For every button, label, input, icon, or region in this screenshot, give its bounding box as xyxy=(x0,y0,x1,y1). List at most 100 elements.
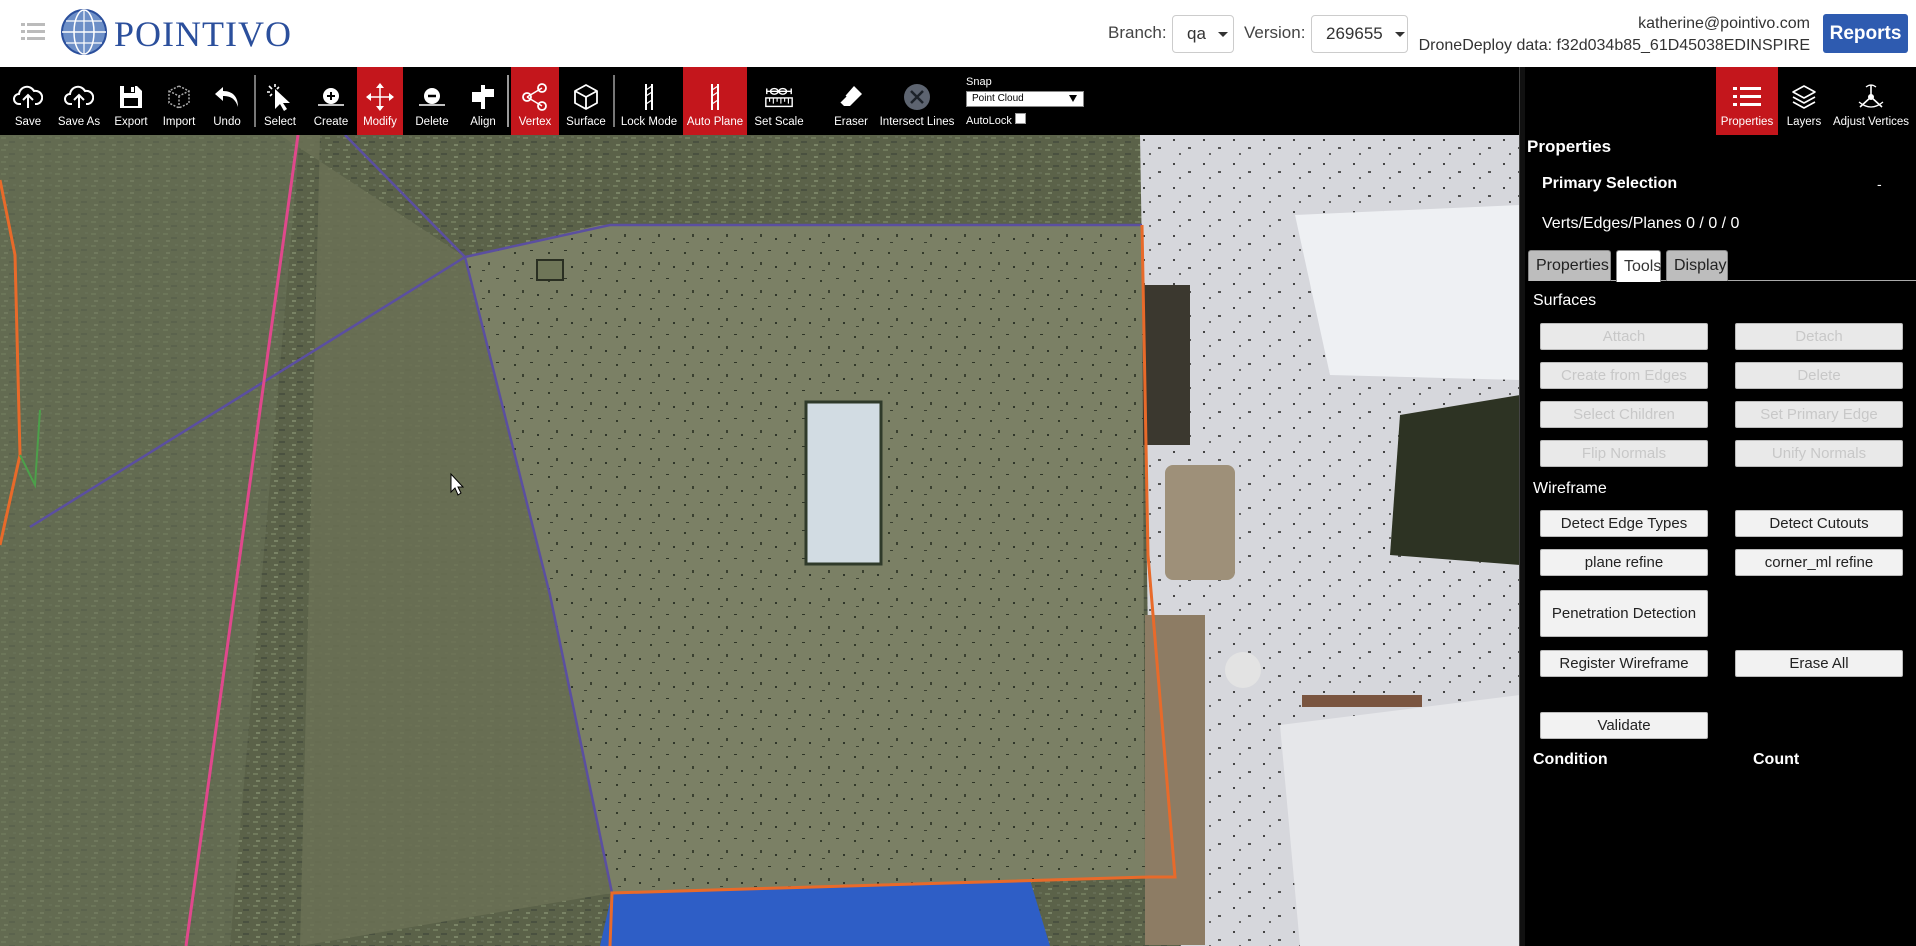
delete-surface-button[interactable]: Delete xyxy=(1735,362,1903,389)
align-button[interactable]: Align xyxy=(462,67,504,135)
set-primary-edge-button[interactable]: Set Primary Edge xyxy=(1735,401,1903,428)
surface-button[interactable]: Surface xyxy=(563,67,609,135)
neighbor-roof xyxy=(1295,205,1520,380)
delete-button[interactable]: Delete xyxy=(410,67,454,135)
autolock-label: AutoLock xyxy=(966,115,1012,127)
properties-panel-button[interactable]: Properties xyxy=(1716,67,1778,135)
save-button[interactable]: Save xyxy=(5,67,51,135)
tab-properties[interactable]: Properties xyxy=(1528,250,1611,281)
align-icon xyxy=(467,81,499,113)
dropdown-arrow-icon xyxy=(1069,95,1077,102)
lock-mode-button[interactable]: Lock Mode xyxy=(619,67,679,135)
lock-mode-label: Lock Mode xyxy=(620,116,678,128)
auto-plane-button[interactable]: Auto Plane xyxy=(683,67,747,135)
create-plus-icon xyxy=(315,81,347,113)
chimney-structure xyxy=(1165,465,1235,580)
header-bar: POINTIVO Branch: qa Version: 269655 kath… xyxy=(0,0,1916,67)
count-column-header: Count xyxy=(1753,751,1800,768)
version-select[interactable]: 269655 xyxy=(1311,15,1408,53)
import-label: Import xyxy=(162,116,196,128)
validate-button[interactable]: Validate xyxy=(1540,712,1708,739)
wooden-fence xyxy=(1145,615,1205,945)
cloud-upload-icon xyxy=(63,81,95,113)
snap-select[interactable]: Point Cloud xyxy=(966,91,1084,107)
corner-ml-refine-button[interactable]: corner_ml refine xyxy=(1735,549,1903,576)
wireframe-section-label: Wireframe xyxy=(1533,480,1607,497)
branch-label: Branch: xyxy=(1108,23,1167,42)
erase-all-button[interactable]: Erase All xyxy=(1735,650,1903,677)
branch-value: qa xyxy=(1187,24,1206,43)
adjust-vertices-icon xyxy=(1855,81,1887,113)
point-cloud-scene[interactable] xyxy=(0,135,1520,946)
toolbar-divider xyxy=(254,75,256,127)
detach-button[interactable]: Detach xyxy=(1735,323,1903,350)
cube-outline-icon xyxy=(163,81,195,113)
flip-normals-button[interactable]: Flip Normals xyxy=(1540,440,1708,467)
modify-button[interactable]: Modify xyxy=(357,67,403,135)
undo-button[interactable]: Undo xyxy=(206,67,248,135)
layers-label: Layers xyxy=(1786,116,1822,128)
auto-plane-label: Auto Plane xyxy=(686,116,744,128)
dronedeploy-data: DroneDeploy data: f32d034b85_61D45038EDI… xyxy=(1418,37,1810,54)
snap-label: Snap xyxy=(966,76,992,88)
plane-refine-button[interactable]: plane refine xyxy=(1540,549,1708,576)
layers-button[interactable]: Layers xyxy=(1781,67,1827,135)
lock-mode-icon xyxy=(633,81,665,113)
select-button[interactable]: Select xyxy=(260,67,300,135)
app-window: POINTIVO Branch: qa Version: 269655 kath… xyxy=(0,0,1916,946)
autolock-checkbox[interactable] xyxy=(1014,112,1026,124)
primary-selection-label[interactable]: Primary Selection xyxy=(1542,175,1677,193)
intersect-lines-button[interactable]: Intersect Lines xyxy=(880,67,954,135)
vertex-button[interactable]: Vertex xyxy=(511,67,559,135)
snap-value: Point Cloud xyxy=(972,93,1024,104)
shrubs xyxy=(1390,395,1520,565)
import-button[interactable]: Import xyxy=(158,67,200,135)
list-icon xyxy=(1731,81,1763,113)
tab-label: Properties xyxy=(1536,257,1609,274)
detect-edge-types-button[interactable]: Detect Edge Types xyxy=(1540,510,1708,537)
chevron-down-icon xyxy=(1394,31,1405,37)
select-children-button[interactable]: Select Children xyxy=(1540,401,1708,428)
floppy-disk-icon xyxy=(115,81,147,113)
eraser-button[interactable]: Eraser xyxy=(824,67,878,135)
export-button[interactable]: Export xyxy=(110,67,152,135)
create-label: Create xyxy=(313,116,349,128)
register-wireframe-button[interactable]: Register Wireframe xyxy=(1540,650,1708,677)
unify-normals-button[interactable]: Unify Normals xyxy=(1735,440,1903,467)
3d-viewport[interactable] xyxy=(0,135,1520,946)
adjust-vertices-button[interactable]: Adjust Vertices xyxy=(1831,67,1911,135)
penetration-detection-button[interactable]: Penetration Detection xyxy=(1540,590,1708,637)
roof-vent[interactable] xyxy=(536,259,564,281)
pointivo-logo[interactable]: POINTIVO xyxy=(60,8,292,58)
skylight[interactable] xyxy=(804,400,883,566)
intersect-lines-label: Intersect Lines xyxy=(879,116,955,128)
panel-title: Properties xyxy=(1527,137,1612,156)
tab-tools[interactable]: Tools xyxy=(1616,250,1661,282)
properties-panel: Properties Primary Selection - Verts/Edg… xyxy=(1525,135,1916,946)
primary-selection-value: - xyxy=(1877,176,1882,192)
properties-tool-label: Properties xyxy=(1720,116,1774,128)
detect-cutouts-button[interactable]: Detect Cutouts xyxy=(1735,510,1903,537)
vertex-label: Vertex xyxy=(518,116,552,128)
select-label: Select xyxy=(264,116,296,128)
create-button[interactable]: Create xyxy=(310,67,352,135)
cursor-select-icon xyxy=(264,81,296,113)
eraser-icon xyxy=(835,81,867,113)
hamburger-menu-icon[interactable] xyxy=(21,21,45,43)
branch-select[interactable]: qa xyxy=(1172,15,1234,53)
tab-display[interactable]: Display xyxy=(1666,250,1728,281)
set-scale-button[interactable]: Set Scale xyxy=(751,67,807,135)
surface-label: Surface xyxy=(566,116,606,128)
yard-disk xyxy=(1225,652,1261,688)
user-email[interactable]: katherine@pointivo.com xyxy=(1638,15,1810,33)
save-as-button[interactable]: Save As xyxy=(55,67,103,135)
intersect-x-icon xyxy=(901,81,933,113)
create-from-edges-button[interactable]: Create from Edges xyxy=(1540,362,1708,389)
move-arrows-icon xyxy=(364,81,396,113)
attach-button[interactable]: Attach xyxy=(1540,323,1708,350)
undo-label: Undo xyxy=(213,116,241,128)
save-as-label: Save As xyxy=(57,116,101,128)
reports-button[interactable]: Reports xyxy=(1823,14,1908,53)
undo-arrow-icon xyxy=(211,81,243,113)
tab-label: Display xyxy=(1674,257,1727,274)
